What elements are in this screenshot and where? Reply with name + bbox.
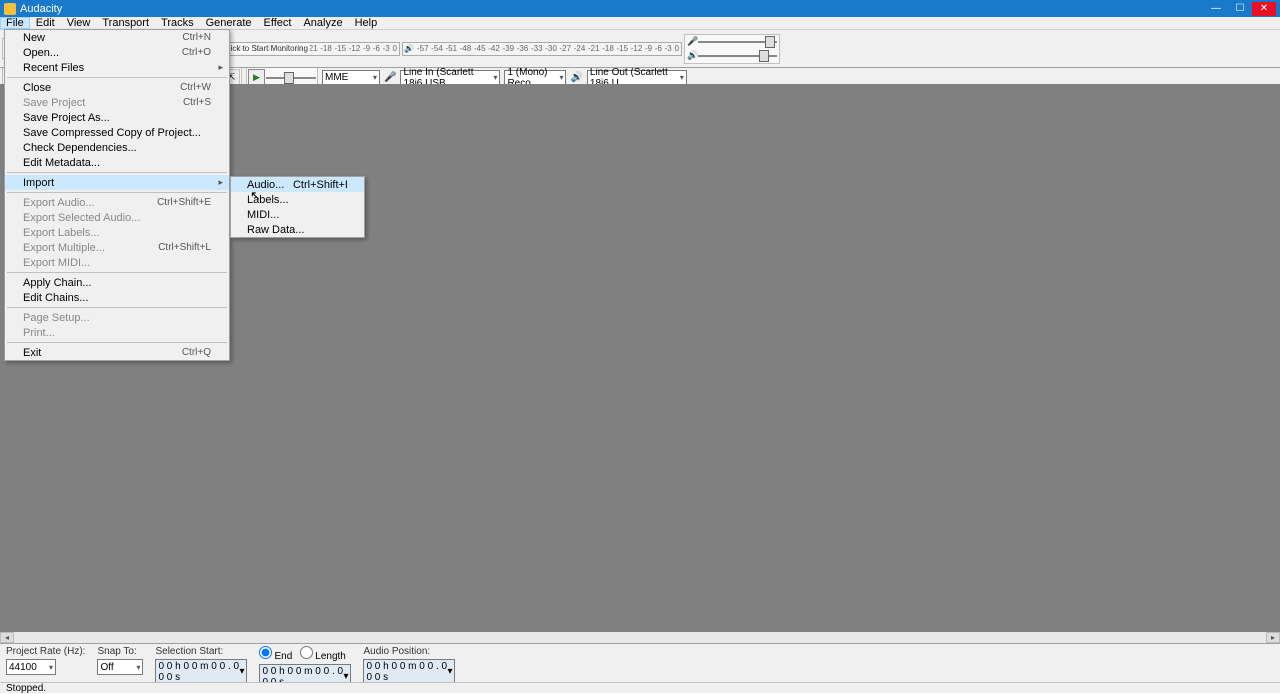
file-menu-item[interactable]: Edit Chains... xyxy=(5,290,229,305)
meter-tick: -54 xyxy=(431,44,443,53)
mic-small-icon: 🎤 xyxy=(687,36,698,47)
scroll-right-arrow[interactable]: ▸ xyxy=(1266,632,1280,643)
meter-tick: -18 xyxy=(320,44,332,53)
file-menu-item: Page Setup... xyxy=(5,310,229,325)
title-bar: Audacity — ☐ ✕ xyxy=(0,0,1280,17)
menu-analyze[interactable]: Analyze xyxy=(297,17,348,29)
import-submenu-item[interactable]: MIDI... xyxy=(231,207,364,222)
meter-tick: -3 xyxy=(665,44,672,53)
volume-sliders: 🎤 🔊 xyxy=(684,34,780,64)
length-radio[interactable]: Length xyxy=(300,646,346,662)
file-menu-item: Export Selected Audio... xyxy=(5,210,229,225)
end-radio[interactable]: End xyxy=(259,646,292,662)
meter-tick: -15 xyxy=(335,44,347,53)
speaker-small-icon: 🔊 xyxy=(687,50,698,61)
minimize-button[interactable]: — xyxy=(1204,2,1228,16)
meter-tick: -39 xyxy=(503,44,515,53)
audio-position-label: Audio Position: xyxy=(363,646,455,657)
meter-tick: -6 xyxy=(655,44,662,53)
speaker-device-icon: 🔊 xyxy=(570,72,582,83)
play-speed-slider[interactable] xyxy=(266,71,316,85)
file-menu-item[interactable]: NewCtrl+N xyxy=(5,30,229,45)
menu-tracks[interactable]: Tracks xyxy=(155,17,200,29)
meter-tick: -45 xyxy=(474,44,486,53)
menu-view[interactable]: View xyxy=(61,17,97,29)
project-rate-label: Project Rate (Hz): xyxy=(6,646,85,657)
file-menu-item[interactable]: Recent Files▸ xyxy=(5,60,229,75)
meter-tick: -12 xyxy=(631,44,643,53)
meter-tick: -21 xyxy=(588,44,600,53)
status-bar: Stopped. xyxy=(0,682,1280,693)
mic-device-icon: 🎤 xyxy=(384,72,396,83)
file-menu-item[interactable]: ExitCtrl+Q xyxy=(5,345,229,360)
file-menu-item[interactable]: Edit Metadata... xyxy=(5,155,229,170)
snap-to-combo[interactable]: Off xyxy=(97,659,143,675)
scroll-left-arrow[interactable]: ◂ xyxy=(0,632,14,643)
meter-tick: 0 xyxy=(392,44,396,53)
file-menu-item[interactable]: Open...Ctrl+O xyxy=(5,45,229,60)
file-menu-item: Export Labels... xyxy=(5,225,229,240)
import-submenu-item[interactable]: Audio...Ctrl+Shift+I xyxy=(231,177,364,192)
speaker-icon: 🔊 xyxy=(403,44,415,53)
menu-edit[interactable]: Edit xyxy=(30,17,61,29)
file-menu-item[interactable]: Save Project As... xyxy=(5,110,229,125)
meter-tick: -36 xyxy=(517,44,529,53)
meter-tick: -9 xyxy=(363,44,370,53)
meter-tick: -24 xyxy=(574,44,586,53)
file-menu-item: Export Audio...Ctrl+Shift+E xyxy=(5,195,229,210)
meter-tick: -48 xyxy=(460,44,472,53)
meter-tick: -51 xyxy=(446,44,458,53)
maximize-button[interactable]: ☐ xyxy=(1228,2,1252,16)
file-menu-item[interactable]: Apply Chain... xyxy=(5,275,229,290)
playback-volume-slider[interactable]: 🔊 xyxy=(687,49,777,63)
project-rate-combo[interactable]: 44100 xyxy=(6,659,56,675)
menu-effect[interactable]: Effect xyxy=(258,17,298,29)
meter-tick: -9 xyxy=(645,44,652,53)
file-menu-item: Print... xyxy=(5,325,229,340)
meter-tick: -27 xyxy=(560,44,572,53)
playback-meter[interactable]: 🔊 -57-54-51-48-45-42-39-36-33-30-27-24-2… xyxy=(402,42,682,56)
menu-file[interactable]: File xyxy=(0,17,30,29)
meter-tick: -33 xyxy=(531,44,543,53)
selection-toolbar: Project Rate (Hz): 44100 Snap To: Off Se… xyxy=(0,643,1280,682)
file-menu-item: Export MIDI... xyxy=(5,255,229,270)
close-button[interactable]: ✕ xyxy=(1252,2,1276,16)
meter-tick: 0 xyxy=(674,44,678,53)
horizontal-scrollbar[interactable]: ◂ ▸ xyxy=(0,632,1280,643)
import-submenu-item[interactable]: Labels... xyxy=(231,192,364,207)
meter-tick: -3 xyxy=(383,44,390,53)
import-submenu-item[interactable]: Raw Data... xyxy=(231,222,364,237)
meter-tick: -42 xyxy=(488,44,500,53)
meter-tick: -15 xyxy=(617,44,629,53)
recording-volume-slider[interactable]: 🎤 xyxy=(687,35,777,49)
file-menu-item: Export Multiple...Ctrl+Shift+L xyxy=(5,240,229,255)
snap-to-label: Snap To: xyxy=(97,646,143,657)
app-icon xyxy=(4,3,16,15)
file-menu-item: Save ProjectCtrl+S xyxy=(5,95,229,110)
meter-tick: -12 xyxy=(349,44,361,53)
menu-help[interactable]: Help xyxy=(349,17,384,29)
status-text: Stopped. xyxy=(6,683,46,694)
meter-click-text: Click to Start Monitoring xyxy=(221,44,310,53)
menu-transport[interactable]: Transport xyxy=(96,17,155,29)
selection-start-label: Selection Start: xyxy=(155,646,247,657)
meter-tick: -18 xyxy=(602,44,614,53)
file-menu-item[interactable]: Check Dependencies... xyxy=(5,140,229,155)
file-menu-item[interactable]: Save Compressed Copy of Project... xyxy=(5,125,229,140)
file-menu-item[interactable]: CloseCtrl+W xyxy=(5,80,229,95)
app-title: Audacity xyxy=(20,3,1204,15)
meter-tick: -6 xyxy=(373,44,380,53)
file-dropdown-menu: NewCtrl+NOpen...Ctrl+ORecent Files▸ Close… xyxy=(4,29,230,361)
file-menu-item[interactable]: Import▸ xyxy=(5,175,229,190)
import-submenu: Audio...Ctrl+Shift+ILabels...MIDI...Raw … xyxy=(230,176,365,238)
meter-tick: -30 xyxy=(545,44,557,53)
meter-tick: -57 xyxy=(417,44,429,53)
menu-generate[interactable]: Generate xyxy=(200,17,258,29)
